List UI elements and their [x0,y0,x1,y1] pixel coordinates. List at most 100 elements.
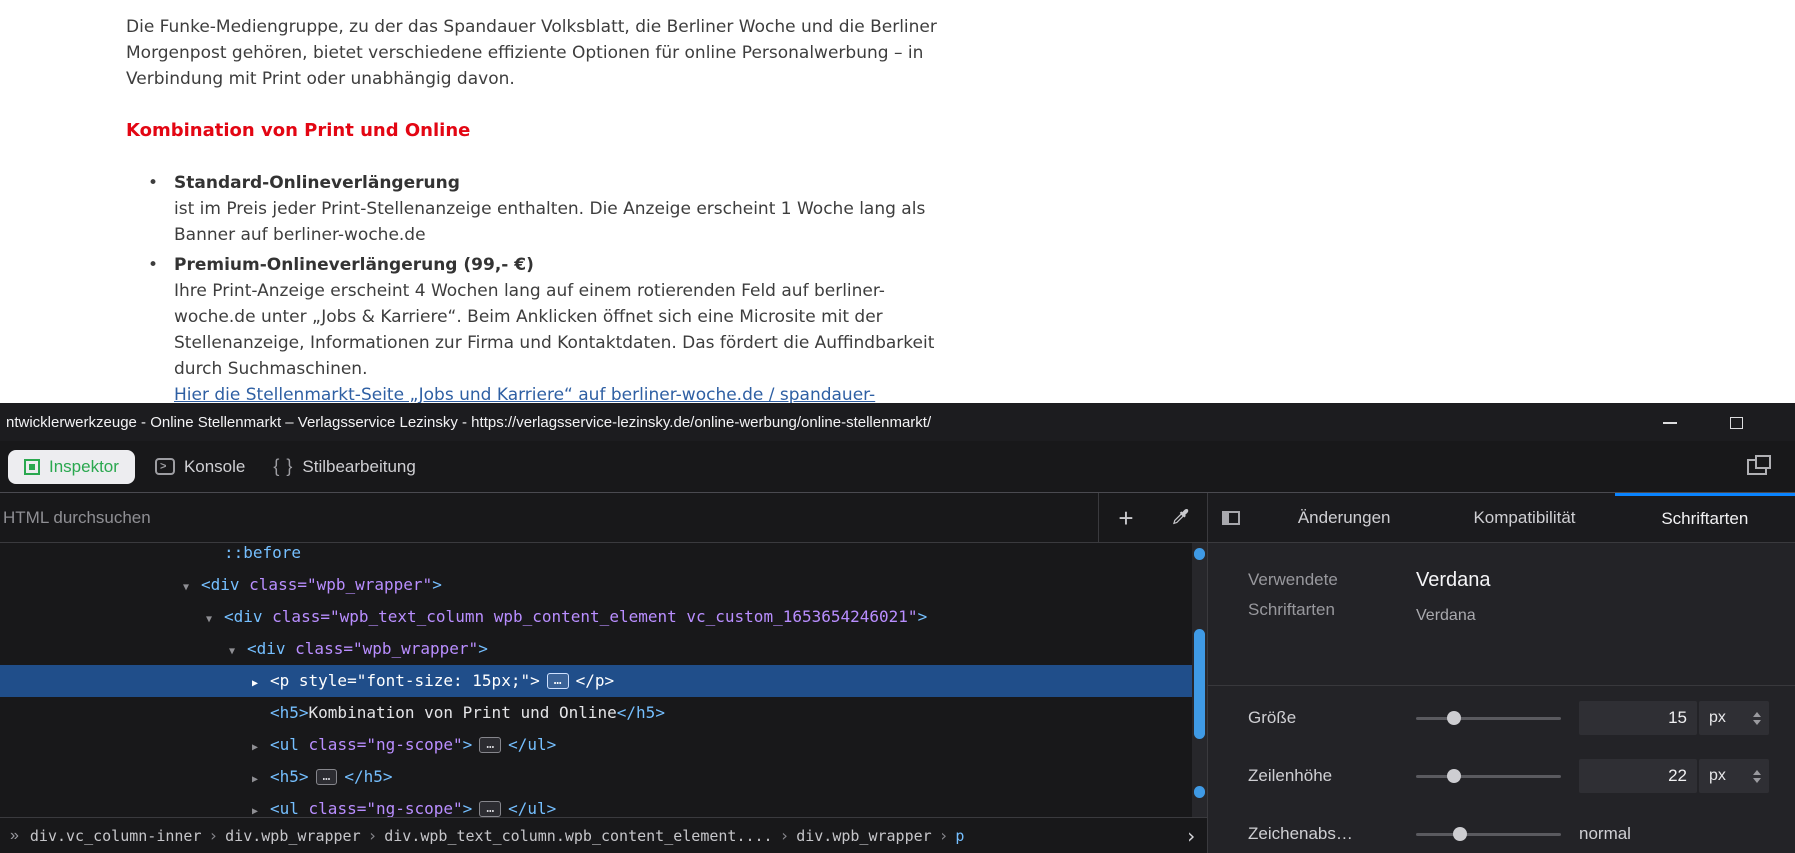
used-fonts-section: Verwendete Schriftarten Verdana Verdana [1248,565,1763,625]
font-family-rendered: Verdana [1416,607,1491,625]
scrollbar-mark-bottom [1194,786,1205,798]
font-size-stepper-icon[interactable] [1753,712,1761,725]
chevron-right-icon [368,826,378,845]
breadcrumb-item[interactable]: div.wpb_text_column.wpb_content_element.… [377,827,779,845]
markup-token: </h5> [344,767,392,786]
devtools-main: + ::before▼<div class="wpb_wrapper">▼<di… [0,492,1795,853]
fonts-panel: Verwendete Schriftarten Verdana Verdana … [1208,543,1795,853]
list-item-line: Ihre Print-Anzeige erscheint 4 Wochen la… [174,278,1795,304]
line-height-slider[interactable] [1416,768,1561,784]
link-line: Hier die Stellenmarkt-Seite „Jobs und Ka… [174,382,1795,403]
scrollbar[interactable] [1192,543,1207,817]
breadcrumb-overflow-icon[interactable] [10,827,19,845]
tab-console[interactable]: Konsole [141,441,259,492]
paragraph-line: Die Funke-Mediengruppe, zu der das Spand… [126,14,1795,40]
expand-arrow-icon[interactable]: ▼ [206,604,224,636]
markup-token: <div [247,639,286,658]
markup-token: class="ng-scope" [299,799,463,817]
expand-arrow-icon[interactable]: ▶ [252,796,270,817]
letter-spacing-slider[interactable] [1416,826,1561,842]
breadcrumb-item[interactable]: div.vc_column-inner [23,827,209,845]
font-size-slider-thumb[interactable] [1447,711,1461,725]
webpage-viewport: Die Funke-Mediengruppe, zu der das Spand… [0,0,1795,403]
markup-view: ::before▼<div class="wpb_wrapper">▼<div … [0,543,1207,817]
stellenmarkt-link[interactable]: Hier die Stellenmarkt-Seite „Jobs und Ka… [174,385,875,403]
search-input[interactable] [0,493,1098,542]
markup-token: <h5> [270,767,309,786]
tab-style-editor[interactable]: { } Stilbearbeitung [259,441,429,492]
markup-token: class="ng-scope" [299,735,463,754]
line-height-input[interactable]: 22 [1579,759,1697,793]
font-row-line-height: Zeilenhöhe22px [1248,750,1763,802]
inline-expander-badge[interactable]: … [479,737,501,753]
page-heading: Kombination von Print und Online [126,118,1795,144]
markup-token: > [463,735,473,754]
chevron-right-icon [209,826,219,845]
markup-token: > [478,639,488,658]
font-size-unit-select[interactable]: px [1699,701,1769,735]
console-icon [155,458,175,475]
window-titlebar: ntwicklerwerkzeuge - Online Stellenmarkt… [0,403,1795,441]
tab-compatibility[interactable]: Kompatibilität [1434,493,1614,542]
markup-row[interactable]: <h5>Kombination von Print und Online</h5… [0,697,1207,729]
expand-arrow-icon[interactable]: ▼ [229,636,247,668]
font-row-letter-spacing: Zeichenabs…normal [1248,808,1763,853]
tab-changes[interactable]: Änderungen [1254,493,1434,542]
breadcrumb-item[interactable]: div.wpb_wrapper [789,827,938,845]
markup-row[interactable]: ▼<div class="wpb_wrapper"> [0,569,1207,601]
markup-row[interactable]: ▶<p style="font-size: 15px;">…</p> [0,665,1207,697]
eyedropper-button[interactable] [1153,493,1207,542]
line-height-unit-select[interactable]: px [1699,759,1769,793]
used-fonts-values: Verdana Verdana [1416,565,1491,625]
scrollbar-thumb[interactable] [1194,629,1205,739]
inline-expander-badge[interactable]: … [547,673,569,689]
tab-inspector[interactable]: Inspektor [8,450,135,484]
markup-token: > [918,607,928,626]
markup-row[interactable]: ::before [0,543,1207,569]
markup-token: <ul [270,799,299,817]
inline-expander-badge[interactable]: … [316,769,338,785]
breadcrumb-item-selected[interactable]: p [948,827,971,845]
add-node-button[interactable]: + [1099,493,1153,542]
sidebar-toggle-button[interactable] [1208,493,1254,542]
markup-token: class="wpb_text_column wpb_content_eleme… [263,607,918,626]
tab-fonts[interactable]: Schriftarten [1615,493,1795,542]
markup-token: </ul> [508,799,556,817]
markup-row[interactable]: ▼<div class="wpb_text_column wpb_content… [0,601,1207,633]
window-title: ntwicklerwerkzeuge - Online Stellenmarkt… [6,414,931,431]
section-divider [1208,685,1795,686]
line-height-slider-thumb[interactable] [1447,769,1461,783]
breadcrumb-scroll-right-icon[interactable] [1185,824,1197,848]
markup-token: class="wpb_wrapper" [240,575,433,594]
markup-row[interactable]: ▶<ul class="ng-scope">…</ul> [0,729,1207,761]
inspector-icon [24,459,40,475]
markup-token: <div [224,607,263,626]
font-size-slider[interactable] [1416,710,1561,726]
markup-token: </h5> [617,703,665,722]
expand-arrow-icon[interactable]: ▶ [252,764,270,796]
line-height-stepper-icon[interactable] [1753,770,1761,783]
paragraph-line: Morgenpost gehören, bietet verschiedene … [126,40,1795,66]
markup-row[interactable]: ▼<div class="wpb_wrapper"> [0,633,1207,665]
markup-row[interactable]: ▶<h5> … </h5> [0,761,1207,793]
markup-token: class="wpb_wrapper" [286,639,479,658]
tab-style-editor-label: Stilbearbeitung [302,457,415,477]
font-size-input[interactable]: 15 [1579,701,1697,735]
bullet-list: Standard-Onlineverlängerungist im Preis … [126,170,1795,382]
expand-arrow-icon[interactable]: ▶ [252,668,270,700]
breadcrumb-item[interactable]: div.wpb_wrapper [218,827,367,845]
markup-row[interactable]: ▶<ul class="ng-scope">…</ul> [0,793,1207,817]
used-fonts-label: Verwendete Schriftarten [1248,565,1416,625]
expand-arrow-icon[interactable]: ▼ [183,572,201,604]
expand-arrow-icon[interactable]: ▶ [252,732,270,764]
dock-window-icon[interactable] [1747,459,1767,475]
letter-spacing-slider-thumb[interactable] [1453,827,1467,841]
maximize-button[interactable] [1729,415,1743,429]
braces-icon: { } [273,456,293,477]
markup-token: ::before [224,543,301,562]
minimize-button[interactable] [1663,415,1677,429]
font-row-font-size: Größe15px [1248,692,1763,744]
list-item-line: Stellenanzeige, Informationen zur Firma … [174,330,1795,356]
line-height-unit-label: px [1709,767,1726,785]
inline-expander-badge[interactable]: … [479,801,501,817]
